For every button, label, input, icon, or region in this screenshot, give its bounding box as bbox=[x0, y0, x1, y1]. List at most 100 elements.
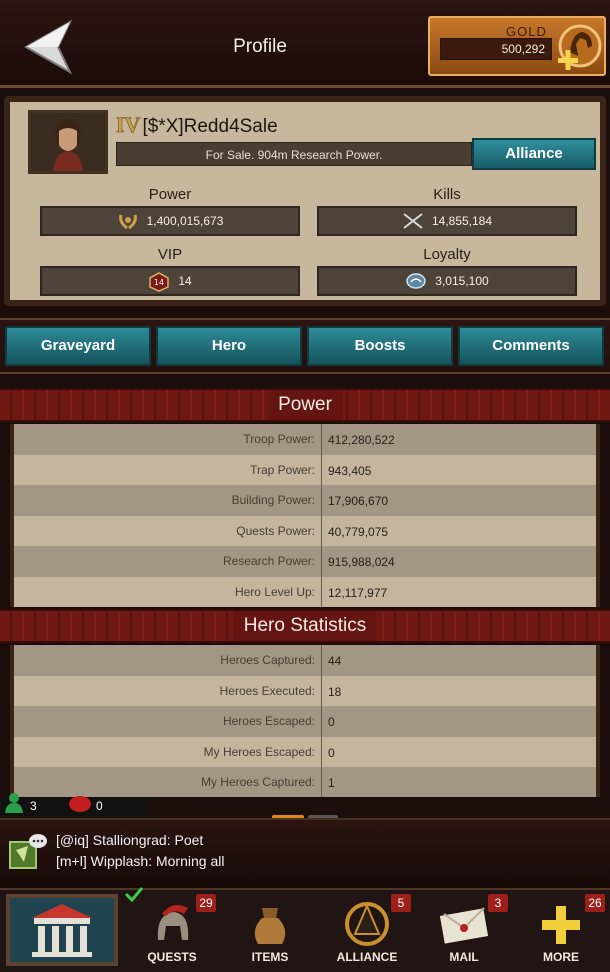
bag-icon bbox=[242, 900, 298, 948]
row-value: 18 bbox=[328, 684, 342, 699]
row-label: Heroes Escaped: bbox=[14, 706, 322, 737]
checkmark-icon bbox=[124, 886, 144, 907]
power-stat: 1,400,015,673 bbox=[40, 206, 300, 236]
vip-value: 14 bbox=[178, 274, 192, 288]
online-status-strip: 3 0 bbox=[0, 793, 148, 818]
loyalty-value: 3,015,100 bbox=[435, 274, 489, 288]
table-row: Quests Power: 40,779,075 bbox=[14, 515, 596, 546]
back-arrow-icon[interactable] bbox=[18, 18, 78, 76]
player-name: IV [$*X]Redd4Sale bbox=[116, 112, 278, 138]
plus-icon bbox=[533, 900, 589, 948]
nav-alliance[interactable]: 5 ALLIANCE bbox=[319, 892, 415, 972]
player-online-icon bbox=[4, 791, 24, 818]
table-row: Heroes Executed: 18 bbox=[14, 675, 596, 706]
online-count: 3 bbox=[30, 799, 37, 813]
tab-comments[interactable]: Comments bbox=[458, 326, 604, 366]
chat-message: [@iq] Stalliongrad: Poet bbox=[56, 832, 204, 848]
row-label: Troop Power: bbox=[14, 424, 322, 455]
table-row: My Heroes Captured: 1 bbox=[14, 767, 596, 797]
kills-value: 14,855,184 bbox=[431, 214, 493, 228]
row-label: My Heroes Escaped: bbox=[14, 736, 322, 767]
kills-label: Kills bbox=[433, 186, 461, 203]
loyalty-stat: 3,015,100 bbox=[317, 266, 577, 296]
table-row: Hero Level Up: 12,117,977 bbox=[14, 576, 596, 607]
tab-graveyard[interactable]: Graveyard bbox=[5, 326, 151, 366]
nav-items[interactable]: ITEMS bbox=[222, 892, 318, 972]
row-label: Research Power: bbox=[14, 546, 322, 577]
nav-mail[interactable]: 3 MAIL bbox=[416, 892, 512, 972]
player-name-text: [$*X]Redd4Sale bbox=[142, 116, 278, 137]
row-value: 44 bbox=[328, 654, 342, 668]
row-value: 0 bbox=[328, 745, 335, 760]
alert-count: 0 bbox=[96, 799, 103, 813]
city-home-button[interactable] bbox=[6, 894, 118, 966]
tab-hero[interactable]: Hero bbox=[156, 326, 302, 366]
chat-panel[interactable]: [@iq] Stalliongrad: Poet [m+l] Wipplash:… bbox=[0, 818, 610, 888]
alliance-label: ALLIANCE bbox=[336, 950, 398, 964]
top-bar: Profile GOLD 500,292 bbox=[0, 0, 610, 88]
nav-quests[interactable]: 29 QUESTS bbox=[124, 887, 220, 972]
row-value: 915,988,024 bbox=[328, 555, 395, 569]
gold-coin-plus-icon bbox=[552, 22, 602, 72]
rank-badge: IV bbox=[116, 112, 141, 138]
more-label: MORE bbox=[543, 950, 579, 964]
row-label: Heroes Captured: bbox=[14, 645, 322, 676]
items-label: ITEMS bbox=[251, 950, 289, 964]
mail-badge: 3 bbox=[488, 894, 508, 912]
table-row: Building Power: 17,906,670 bbox=[14, 485, 596, 516]
vip-badge-icon: 14 bbox=[148, 272, 170, 292]
nav-more[interactable]: 26 MORE bbox=[513, 892, 609, 972]
row-value: 12,117,977 bbox=[328, 585, 388, 600]
quests-label: QUESTS bbox=[147, 950, 197, 964]
mail-icon bbox=[436, 900, 492, 948]
laurel-icon bbox=[117, 212, 139, 230]
loyalty-icon bbox=[405, 272, 427, 290]
power-section-title: Power bbox=[268, 390, 342, 420]
row-label: Hero Level Up: bbox=[14, 576, 322, 607]
svg-text:14: 14 bbox=[154, 278, 164, 287]
loyalty-label: Loyalty bbox=[423, 246, 471, 263]
bottom-navigation: 29 QUESTS ITEMS 5 ALLIANCE 3 MAIL 26 MOR… bbox=[0, 887, 610, 972]
power-table: Troop Power: 412,280,522 Trap Power: 943,4… bbox=[10, 424, 600, 607]
chat-message: [m+l] Wipplash: Morning all bbox=[56, 853, 225, 869]
row-label: Building Power: bbox=[14, 485, 322, 516]
avatar[interactable] bbox=[28, 110, 108, 174]
page-title: Profile bbox=[233, 36, 287, 57]
alliance-emblem-icon bbox=[339, 900, 395, 948]
chat-bubble-icon[interactable] bbox=[8, 832, 48, 872]
vip-stat: 14 14 bbox=[40, 266, 300, 296]
row-label: Quests Power: bbox=[14, 515, 322, 546]
row-label: Trap Power: bbox=[14, 454, 322, 485]
row-value: 0 bbox=[328, 715, 335, 729]
mail-label: MAIL bbox=[449, 950, 479, 964]
quests-badge: 29 bbox=[196, 894, 216, 912]
alliance-button[interactable]: Alliance bbox=[472, 138, 596, 170]
power-section-header: Power bbox=[0, 388, 610, 422]
hero-section-title: Hero Statistics bbox=[233, 611, 377, 641]
table-row: My Heroes Escaped: 0 bbox=[14, 736, 596, 767]
gold-value: 500,292 bbox=[501, 42, 545, 56]
table-row: Research Power: 915,988,024 bbox=[14, 546, 596, 577]
table-row: Trap Power: 943,405 bbox=[14, 454, 596, 485]
table-row: Heroes Escaped: 0 bbox=[14, 706, 596, 737]
profile-tabs: Graveyard Hero Boosts Comments bbox=[0, 318, 610, 374]
row-label: My Heroes Captured: bbox=[14, 767, 322, 797]
row-label: Heroes Executed: bbox=[14, 675, 322, 706]
crossed-swords-icon bbox=[402, 212, 424, 230]
row-value: 17,906,670 bbox=[328, 494, 389, 508]
row-value: 943,405 bbox=[328, 463, 372, 478]
row-value: 1 bbox=[328, 776, 335, 790]
table-row: Troop Power: 412,280,522 bbox=[14, 424, 596, 455]
hero-section-header: Hero Statistics bbox=[0, 609, 610, 643]
power-value: 1,400,015,673 bbox=[146, 214, 224, 228]
hero-stats-table[interactable]: Heroes Captured: 44 Heroes Executed: 18 He… bbox=[10, 645, 600, 797]
alert-icon bbox=[68, 795, 92, 818]
more-badge: 26 bbox=[585, 894, 605, 912]
profile-card: IV [$*X]Redd4Sale For Sale. 904m Research… bbox=[4, 96, 606, 306]
tab-boosts[interactable]: Boosts bbox=[307, 326, 453, 366]
player-motto: For Sale. 904m Research Power. bbox=[116, 142, 472, 166]
vip-label: VIP bbox=[157, 246, 183, 263]
table-row: Heroes Captured: 44 bbox=[14, 645, 596, 676]
gold-purchase-button[interactable]: GOLD 500,292 bbox=[428, 16, 606, 76]
row-value: 412,280,522 bbox=[328, 433, 395, 447]
